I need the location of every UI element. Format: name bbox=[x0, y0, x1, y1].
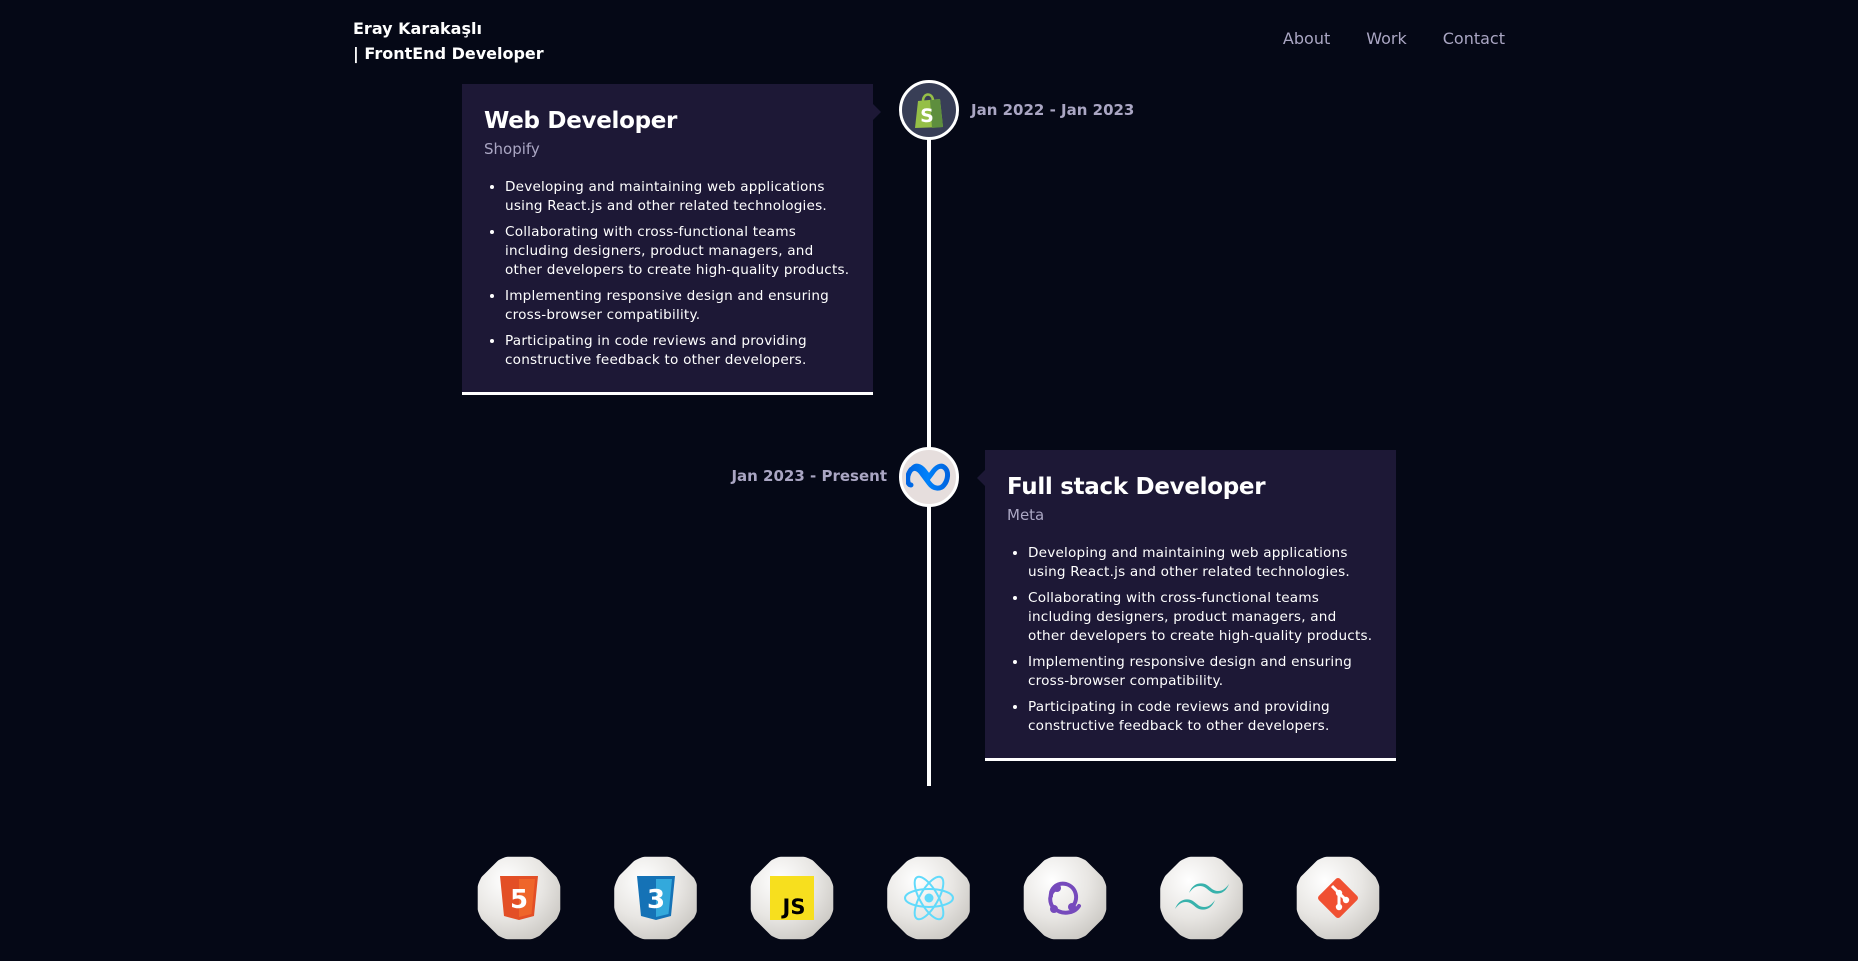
list-item: Implementing responsive design and ensur… bbox=[505, 287, 851, 325]
brand-name: Eray Karakaşlı bbox=[353, 19, 482, 38]
svg-text:S: S bbox=[920, 105, 934, 127]
experience-company: Meta bbox=[1007, 506, 1045, 524]
list-item: Implementing responsive design and ensur… bbox=[1028, 653, 1374, 691]
experience-card-shopify: Web Developer Shopify Developing and mai… bbox=[462, 84, 881, 395]
html5-icon[interactable]: 5 bbox=[477, 856, 561, 940]
react-icon[interactable] bbox=[887, 856, 970, 940]
experience-date: Jan 2022 - Jan 2023 bbox=[971, 101, 1135, 119]
git-icon[interactable] bbox=[1296, 856, 1380, 940]
meta-icon bbox=[899, 447, 959, 507]
experience-company: Shopify bbox=[484, 140, 540, 158]
svg-text:3: 3 bbox=[646, 885, 664, 915]
experience-points: Developing and maintaining web applicati… bbox=[484, 178, 851, 370]
nav-work[interactable]: Work bbox=[1366, 29, 1407, 48]
list-item: Collaborating with cross-functional team… bbox=[505, 223, 851, 280]
list-item: Developing and maintaining web applicati… bbox=[1028, 544, 1374, 582]
top-nav: About Work Contact bbox=[1283, 29, 1505, 48]
timeline-line bbox=[927, 100, 931, 786]
nav-about[interactable]: About bbox=[1283, 29, 1330, 48]
experience-points: Developing and maintaining web applicati… bbox=[1007, 544, 1374, 736]
shopify-icon: S bbox=[899, 80, 959, 140]
tech-ball-row: 5 3 JS bbox=[476, 855, 1381, 941]
svg-text:5: 5 bbox=[510, 885, 528, 915]
list-item: Participating in code reviews and provid… bbox=[1028, 698, 1374, 736]
list-item: Participating in code reviews and provid… bbox=[505, 332, 851, 370]
experience-title: Full stack Developer bbox=[1007, 474, 1266, 500]
list-item: Developing and maintaining web applicati… bbox=[505, 178, 851, 216]
list-item: Collaborating with cross-functional team… bbox=[1028, 589, 1374, 646]
experience-title: Web Developer bbox=[484, 108, 678, 134]
brand[interactable]: Eray Karakaşlı | FrontEnd Developer bbox=[353, 16, 544, 66]
tailwind-icon[interactable] bbox=[1160, 856, 1243, 940]
experience-date: Jan 2023 - Present bbox=[731, 467, 887, 485]
redux-icon[interactable] bbox=[1023, 856, 1107, 940]
javascript-icon[interactable]: JS bbox=[750, 856, 834, 940]
experience-card-meta: Full stack Developer Meta Developing and… bbox=[977, 450, 1396, 761]
css3-icon[interactable]: 3 bbox=[614, 856, 697, 940]
svg-text:JS: JS bbox=[781, 895, 806, 919]
brand-tagline: | FrontEnd Developer bbox=[353, 44, 544, 63]
nav-contact[interactable]: Contact bbox=[1443, 29, 1505, 48]
